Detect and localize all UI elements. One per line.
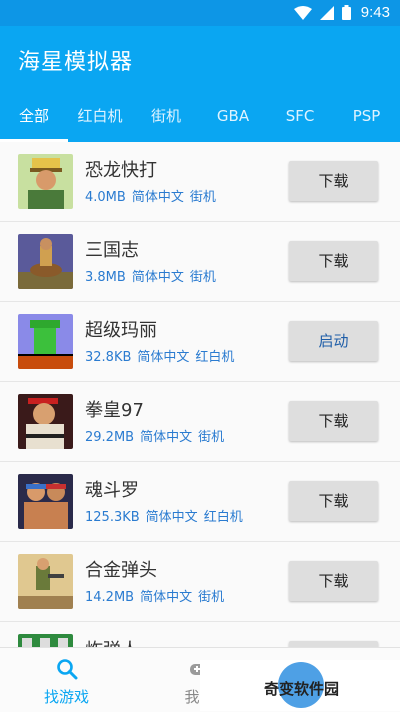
game-thumbnail bbox=[18, 474, 73, 529]
app-title: 海星模拟器 bbox=[18, 50, 134, 75]
download-button[interactable]: 下载 bbox=[289, 241, 378, 281]
nav-find-games[interactable]: 找游戏 bbox=[0, 648, 133, 712]
game-thumbnail bbox=[18, 154, 73, 209]
tab-nes[interactable]: 红白机 bbox=[68, 101, 132, 142]
tab-psp[interactable]: PSP bbox=[333, 101, 400, 142]
game-thumbnail bbox=[18, 634, 73, 647]
list-item[interactable]: 三国志 3.8MB 简体中文 街机 下载 bbox=[0, 222, 400, 302]
watermark-text: 奇变软件园 bbox=[264, 680, 340, 698]
game-meta: 32.8KB 简体中文 红白机 bbox=[85, 350, 235, 365]
status-time: 9:43 bbox=[360, 4, 390, 21]
launch-button[interactable]: 启动 bbox=[289, 321, 378, 361]
status-bar: 9:43 bbox=[0, 0, 400, 26]
list-item[interactable]: 魂斗罗 125.3KB 简体中文 红白机 下载 bbox=[0, 462, 400, 542]
tab-arcade[interactable]: 街机 bbox=[133, 101, 199, 142]
app-bar: 海星模拟器 全部 红白机 街机 GBA SFC PSP bbox=[0, 26, 400, 142]
search-icon bbox=[57, 659, 78, 680]
game-meta: 4.0MB 简体中文 街机 bbox=[85, 190, 216, 205]
game-thumbnail bbox=[18, 394, 73, 449]
signal-icon bbox=[319, 5, 334, 20]
list-item[interactable]: 拳皇97 29.2MB 简体中文 街机 下载 bbox=[0, 382, 400, 462]
game-name: 恐龙快打 bbox=[85, 160, 157, 181]
list-item[interactable]: 炸弹人 bbox=[0, 622, 400, 647]
download-button[interactable]: 下载 bbox=[289, 401, 378, 441]
game-name: 魂斗罗 bbox=[85, 480, 139, 501]
game-meta: 14.2MB 简体中文 街机 bbox=[85, 590, 225, 605]
game-thumbnail bbox=[18, 234, 73, 289]
category-tabs: 全部 红白机 街机 GBA SFC PSP bbox=[0, 101, 400, 142]
download-button[interactable]: 下载 bbox=[289, 561, 378, 601]
game-thumbnail bbox=[18, 554, 73, 609]
status-icons: 9:43 bbox=[293, 4, 390, 21]
tab-all[interactable]: 全部 bbox=[0, 101, 68, 142]
wifi-icon bbox=[293, 5, 312, 20]
list-item[interactable]: 恐龙快打 4.0MB 简体中文 街机 下载 bbox=[0, 142, 400, 222]
list-item[interactable]: 超级玛丽 32.8KB 简体中文 红白机 启动 bbox=[0, 302, 400, 382]
tab-gba[interactable]: GBA bbox=[199, 101, 267, 142]
game-name: 三国志 bbox=[85, 240, 139, 261]
game-thumbnail bbox=[18, 314, 73, 369]
tab-sfc[interactable]: SFC bbox=[267, 101, 333, 142]
download-button[interactable]: 下载 bbox=[289, 161, 378, 201]
download-button[interactable]: 下载 bbox=[289, 481, 378, 521]
list-item[interactable]: 合金弹头 14.2MB 简体中文 街机 下载 bbox=[0, 542, 400, 622]
nav-find-games-label: 找游戏 bbox=[43, 688, 89, 706]
game-meta: 29.2MB 简体中文 街机 bbox=[85, 430, 225, 445]
game-name: 合金弹头 bbox=[85, 560, 157, 581]
game-name: 炸弹人 bbox=[85, 636, 139, 647]
battery-icon bbox=[341, 5, 351, 20]
game-name: 拳皇97 bbox=[85, 400, 144, 421]
game-list[interactable]: 恐龙快打 4.0MB 简体中文 街机 下载 三国志 3.8MB 简体中文 街机 下载 超… bbox=[0, 142, 400, 647]
game-meta: 125.3KB 简体中文 红白机 bbox=[85, 510, 243, 525]
game-name: 超级玛丽 bbox=[85, 320, 157, 341]
game-meta: 3.8MB 简体中文 街机 bbox=[85, 270, 216, 285]
